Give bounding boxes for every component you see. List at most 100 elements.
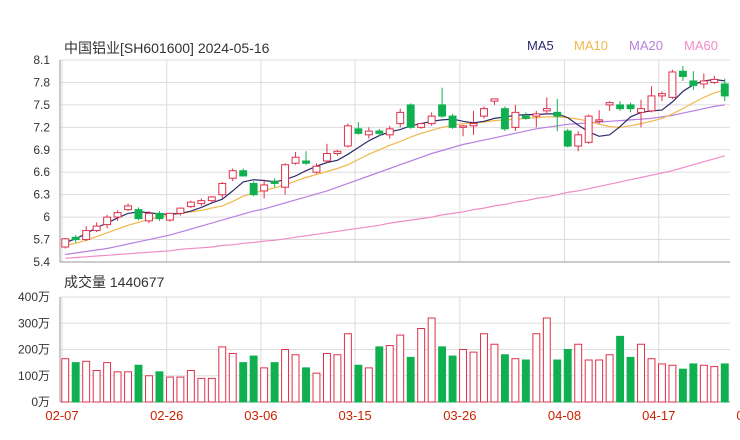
volume-bar — [260, 367, 269, 403]
candle-body — [563, 130, 572, 147]
volume-bar — [249, 355, 258, 403]
volume-bar — [553, 359, 562, 403]
stock-chart: 8.1 7.8 7.5 7.2 6.9 6.6 6.3 6 5.7 5.4 400万 300万 200… — [18, 53, 740, 423]
date-tick-label: 04-26 — [736, 408, 740, 423]
volume-bars — [61, 317, 729, 403]
legend-ma60: MA60 — [684, 38, 718, 53]
volume-bar — [616, 335, 625, 403]
volume-bar — [595, 359, 604, 403]
candle-body — [678, 70, 687, 77]
candle-body — [637, 108, 645, 113]
volume-bar — [343, 333, 352, 403]
price-tick-label: 7.2 — [33, 120, 50, 134]
candle-body — [197, 200, 206, 205]
volume-tick-label: 100万 — [18, 369, 50, 383]
legend-ma5: MA5 — [527, 38, 554, 53]
volume-bar — [469, 351, 478, 403]
volume-bar — [720, 363, 729, 403]
candle-body — [448, 115, 457, 128]
volume-bar — [678, 368, 687, 403]
price-tick-label: 6.9 — [33, 143, 50, 157]
candle-body — [689, 80, 698, 86]
price-tick-label: 8.1 — [33, 53, 50, 67]
candle-body — [500, 108, 509, 130]
candle-body — [270, 180, 279, 184]
volume-bar — [375, 346, 384, 403]
volume-title: 成交量 1440677 — [64, 274, 165, 290]
volume-bar — [176, 376, 185, 403]
candle-body — [218, 182, 227, 196]
volume-bar — [82, 360, 91, 403]
volume-bar — [574, 343, 583, 403]
date-tick-label: 04-08 — [548, 408, 581, 423]
price-tick-label: 5.4 — [33, 255, 50, 269]
candle-body — [668, 71, 677, 98]
date-tick-label: 02-07 — [45, 408, 78, 423]
candle-body — [134, 209, 143, 220]
volume-bar — [396, 334, 405, 403]
candle-body — [532, 113, 541, 117]
volume-bar — [459, 349, 468, 403]
date-tick-label: 03-26 — [443, 408, 476, 423]
candle-body — [584, 115, 593, 143]
candles — [61, 65, 729, 249]
candle-body — [375, 130, 384, 134]
volume-bar — [134, 364, 143, 403]
candle-body — [291, 156, 300, 164]
candle-body — [354, 128, 363, 134]
volume-bar — [92, 370, 101, 403]
volume-bar — [270, 362, 279, 403]
candle-body — [281, 164, 290, 188]
ma5-series — [65, 78, 725, 244]
candle-body — [61, 238, 70, 248]
volume-bar — [480, 333, 488, 403]
candle-body — [396, 111, 405, 125]
volume-bar — [385, 345, 394, 403]
candle-body — [228, 170, 237, 179]
candle-body — [720, 83, 729, 97]
volume-bar — [322, 352, 331, 403]
date-tick-label: 04-17 — [642, 408, 675, 423]
candle-body — [459, 125, 468, 128]
candle-body — [438, 104, 447, 117]
volume-tick-label: 200万 — [18, 343, 50, 357]
candle-body — [427, 115, 436, 125]
candle-body — [521, 115, 530, 119]
volume-bar — [291, 354, 300, 403]
volume-bar — [710, 366, 719, 403]
candle-body — [385, 128, 394, 136]
volume-bar — [364, 367, 373, 403]
candle-body — [469, 123, 478, 127]
volume-bar — [511, 358, 520, 403]
volume-bar — [406, 356, 415, 403]
candle-body — [145, 212, 153, 222]
volume-bar — [113, 371, 122, 403]
candle-body — [82, 230, 91, 241]
candle-body — [511, 111, 520, 128]
volume-bar — [626, 356, 635, 403]
volume-bar — [490, 343, 499, 403]
candle-body — [322, 153, 331, 162]
volume-bar — [668, 364, 677, 403]
candle-body — [176, 207, 185, 214]
volume-tick-label: 0万 — [31, 395, 50, 409]
candle-body — [699, 80, 708, 85]
price-tick-label: 6 — [43, 210, 50, 224]
volume-tick-label: 300万 — [18, 316, 50, 330]
candle-body — [364, 130, 373, 136]
volume-bar — [417, 328, 426, 403]
date-axis: 02-07 02-26 03-06 03-15 03-26 04-08 04-17 04-26… — [45, 408, 740, 423]
candle-body — [333, 150, 342, 155]
volume-bar — [302, 367, 310, 403]
price-tick-label: 6.6 — [33, 165, 50, 179]
chart-title: 中国铝业[SH601600] 2024-05-16 — [64, 40, 270, 56]
candle-body — [113, 212, 122, 218]
volume-bar — [207, 377, 216, 403]
candle-body — [647, 95, 656, 112]
volume-bar — [155, 371, 164, 403]
date-tick-label: 03-15 — [339, 408, 372, 423]
candle-body — [553, 111, 562, 117]
ma5-line — [65, 78, 725, 244]
candle-body — [260, 184, 269, 192]
volume-bar — [647, 358, 656, 403]
